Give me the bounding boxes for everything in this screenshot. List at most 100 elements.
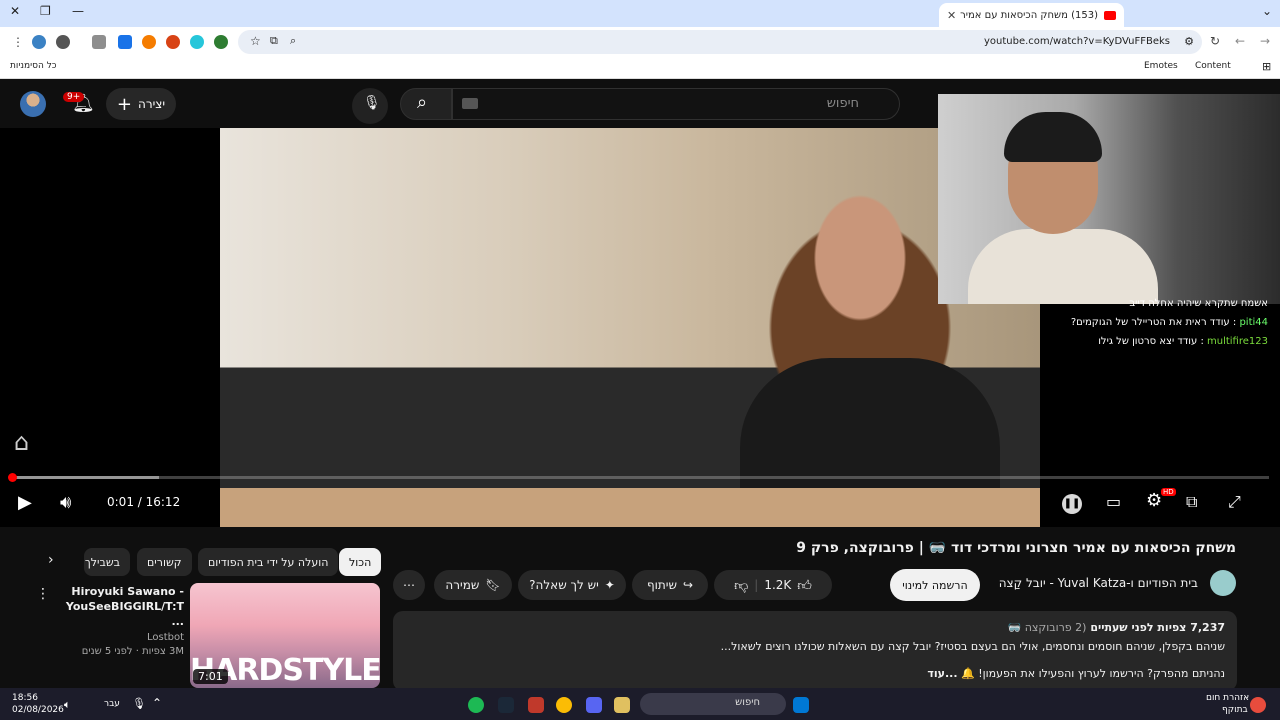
extension-icon[interactable] bbox=[32, 35, 46, 49]
chat-overlay: אשמח שתקרא שיהיה אחלה דייב piti44 : עודד… bbox=[948, 298, 1268, 355]
progress-buffered bbox=[11, 476, 159, 479]
more-horizontal-icon: ⋯ bbox=[403, 578, 415, 592]
site-info-icon[interactable]: ⚙ bbox=[1184, 35, 1194, 48]
restore-window-icon[interactable]: ❐ bbox=[40, 4, 51, 18]
url-bar[interactable]: ☆ ⧉ ⌕ youtube.com/watch?v=KyDVuFFBeks ⚙ bbox=[238, 30, 1202, 54]
chevron-right-icon[interactable]: › bbox=[48, 552, 54, 568]
chip-uploaded-by[interactable]: הועלה על ידי בית הפודיום bbox=[198, 548, 339, 576]
forward-icon[interactable]: → bbox=[1260, 34, 1270, 48]
bookmark-icon: 🔖︎ bbox=[485, 578, 501, 592]
create-button[interactable]: יצירה + bbox=[106, 88, 176, 120]
app-icon[interactable] bbox=[528, 697, 544, 713]
apps-grid-icon[interactable]: ⊞ bbox=[1262, 60, 1271, 73]
miniplayer-icon[interactable]: ⧉ bbox=[1186, 492, 1197, 512]
install-app-icon[interactable]: ⧉ bbox=[270, 34, 278, 48]
search-input[interactable]: חיפוש bbox=[452, 88, 900, 120]
channel-avatar[interactable] bbox=[1210, 570, 1236, 596]
fullscreen-icon[interactable]: ⤢ bbox=[1228, 492, 1241, 512]
bookmark-content[interactable]: Content bbox=[1195, 61, 1231, 71]
weather-note: בתוקף bbox=[1222, 705, 1248, 715]
webcam-overlay bbox=[938, 94, 1280, 304]
spotify-icon[interactable] bbox=[468, 697, 484, 713]
extension-icon[interactable] bbox=[56, 35, 70, 49]
close-window-icon[interactable]: ✕ bbox=[10, 4, 20, 18]
tab-close-icon[interactable]: ✕ bbox=[947, 9, 956, 22]
video-stats: 7,237 צפיות לפני שעתיים (2 פרובוקצה 🥽 bbox=[1007, 621, 1225, 634]
save-button[interactable]: 🔖︎ שמירה bbox=[434, 570, 512, 600]
search-button[interactable]: ⌕ bbox=[400, 88, 452, 120]
extensions-puzzle-icon[interactable] bbox=[92, 35, 106, 49]
channel-name[interactable]: בית הפודיום ו-Yuval Katza - יובל קַצה bbox=[999, 576, 1198, 590]
microphone-icon[interactable]: 🎙︎ bbox=[132, 697, 146, 710]
show-more-link[interactable]: ...עוד bbox=[927, 667, 957, 680]
like-dislike-group: 👍︎ 1.2K | 👎︎ bbox=[714, 570, 832, 600]
volume-icon[interactable]: 🔊︎ bbox=[60, 492, 71, 513]
play-icon[interactable]: ▶ bbox=[18, 492, 32, 513]
browser-tab[interactable]: (153) משחק הכיסאות עם אמיר ✕ bbox=[939, 3, 1124, 27]
tab-search-icon[interactable]: ⌄ bbox=[1262, 4, 1272, 18]
recommendation-title[interactable]: Hiroyuki Sawano - YouSeeBIGGIRL/T:T ... bbox=[58, 584, 184, 629]
video-title: משחק הכיסאות עם אמיר חצרוני ומרדכי דוד 🥽… bbox=[796, 540, 1236, 556]
file-explorer-icon[interactable] bbox=[614, 697, 630, 713]
extension-icon[interactable] bbox=[190, 35, 204, 49]
bookmark-star-icon[interactable]: ☆ bbox=[250, 34, 261, 48]
like-icon[interactable]: 👍︎ bbox=[797, 577, 812, 594]
dislike-icon[interactable]: 👎︎ bbox=[734, 577, 748, 594]
like-count[interactable]: 1.2K bbox=[764, 578, 791, 592]
extension-icon[interactable] bbox=[166, 35, 180, 49]
steam-icon[interactable] bbox=[498, 697, 514, 713]
recommendation-duration: 7:01 bbox=[193, 669, 228, 684]
extension-icon[interactable] bbox=[118, 35, 132, 49]
autoplay-toggle[interactable]: ❚❚ bbox=[1062, 494, 1082, 514]
subtitles-icon[interactable]: ▭ bbox=[1106, 492, 1121, 511]
reload-icon[interactable]: ↻ bbox=[1210, 34, 1220, 48]
back-icon[interactable]: ← bbox=[1235, 34, 1245, 48]
video-frame bbox=[220, 128, 1040, 527]
menu-icon[interactable]: ⋮ bbox=[12, 35, 24, 49]
more-actions-button[interactable]: ⋯ bbox=[393, 570, 425, 600]
chrome-icon[interactable] bbox=[556, 697, 572, 713]
zoom-icon[interactable]: ⌕ bbox=[290, 34, 296, 48]
discord-icon[interactable] bbox=[586, 697, 602, 713]
chip-related[interactable]: קשורים bbox=[137, 548, 192, 576]
extension-icon[interactable] bbox=[214, 35, 228, 49]
all-bookmarks-link[interactable]: כל הסימניות bbox=[10, 61, 57, 71]
share-button[interactable]: ↪ שיתוף bbox=[632, 570, 708, 600]
recommendation-meta: 3M צפיות · לפני 5 שנים bbox=[81, 646, 184, 657]
minimize-window-icon[interactable]: — bbox=[72, 4, 84, 18]
weather-alert[interactable]: אזהרת חום bbox=[1206, 693, 1249, 703]
tab-title: (153) משחק הכיסאות עם אמיר bbox=[960, 9, 1098, 21]
more-vertical-icon[interactable]: ⋮ bbox=[36, 586, 50, 602]
ask-button[interactable]: ✦ יש לך שאלה? bbox=[518, 570, 626, 600]
chip-for-you[interactable]: בשבילך bbox=[84, 548, 130, 576]
recommendation-info[interactable]: Hiroyuki Sawano - YouSeeBIGGIRL/T:T ... … bbox=[58, 584, 184, 657]
recommendation-channel[interactable]: Lostbot bbox=[58, 632, 184, 643]
description-box[interactable]: 7,237 צפיות לפני שעתיים (2 פרובוקצה 🥽 שנ… bbox=[393, 611, 1237, 691]
description-line: נהניתם מהפרק? הירשמו לערוץ והפעילו את הפ… bbox=[927, 667, 1225, 680]
bookmark-emotes[interactable]: Emotes bbox=[1144, 61, 1178, 71]
voice-search-button[interactable]: 🎙︎ bbox=[352, 88, 388, 124]
url-text[interactable]: youtube.com/watch?v=KyDVuFFBeks bbox=[984, 36, 1170, 47]
language-indicator[interactable]: עבר bbox=[104, 699, 120, 709]
avatar[interactable] bbox=[20, 91, 46, 117]
weather-icon bbox=[1250, 697, 1266, 713]
progress-scrubber[interactable] bbox=[8, 473, 18, 482]
chip-all[interactable]: הכול bbox=[339, 548, 382, 576]
chevron-up-icon[interactable]: ⌃ bbox=[152, 696, 162, 710]
browser-tab-bar: ✕ ❐ — + (153) משחק הכיסאות עם אמיר ✕ ⌄ bbox=[0, 0, 1280, 27]
webcam-person-hair bbox=[1004, 112, 1102, 162]
windows-start-icon[interactable] bbox=[793, 697, 809, 713]
hd-badge: HD bbox=[1161, 488, 1176, 496]
speaker-icon[interactable]: 🔈︎ bbox=[64, 698, 71, 712]
home-icon: ⌂ bbox=[14, 428, 30, 456]
chat-message: piti44 : עודד ראית את הטריילר של הגוקמים… bbox=[1070, 317, 1268, 328]
progress-track[interactable] bbox=[11, 476, 1269, 479]
taskbar-search[interactable]: חיפוש bbox=[640, 693, 786, 715]
youtube-favicon-icon bbox=[1104, 10, 1116, 20]
ask-label: יש לך שאלה? bbox=[529, 578, 599, 592]
keyboard-icon[interactable] bbox=[462, 98, 478, 109]
extension-icon[interactable] bbox=[142, 35, 156, 49]
settings-gear-icon[interactable]: ⚙ bbox=[1146, 490, 1162, 511]
subscribe-button[interactable]: הרשמה למינוי bbox=[890, 569, 980, 601]
search-icon: ⌕ bbox=[417, 92, 428, 113]
